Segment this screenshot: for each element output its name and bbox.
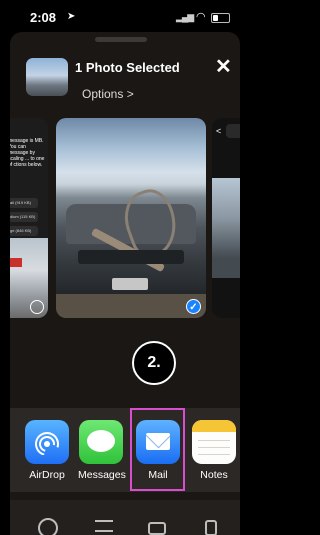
location-arrow-icon: ➤ xyxy=(67,11,76,22)
app-label: AirDrop xyxy=(29,469,65,481)
share-sheet-title: 1 Photo Selected xyxy=(75,60,180,75)
share-app-airdrop[interactable]: AirDrop xyxy=(24,420,70,481)
sheet-grabber[interactable] xyxy=(95,37,147,42)
selected-check-icon[interactable]: ✓ xyxy=(186,299,201,314)
size-option-row: ge (846 KB) xyxy=(8,226,38,236)
truck-sign xyxy=(10,258,22,267)
status-time: 2:08 xyxy=(30,10,57,25)
selection-circle-icon[interactable] xyxy=(30,300,44,314)
app-label: Notes xyxy=(200,469,228,481)
screen-edge-left xyxy=(0,0,10,535)
share-app-notes[interactable]: Notes xyxy=(191,420,237,481)
status-bar: 2:08 ➤ ▂▄▆ ◠ xyxy=(0,0,250,34)
share-action-icon[interactable] xyxy=(38,518,60,535)
step-number-badge: 2. xyxy=(132,341,176,385)
ground-shape xyxy=(56,294,206,318)
options-label: Options xyxy=(82,87,124,101)
options-button[interactable]: Options > xyxy=(82,87,134,101)
window-icon[interactable] xyxy=(146,518,168,535)
airdrop-waves-icon xyxy=(34,432,59,455)
carousel-card-selected-photo[interactable] xyxy=(56,118,206,318)
cellular-signal-icon: ▂▄▆ xyxy=(176,12,194,22)
notes-icon xyxy=(192,420,236,464)
size-option-row: all (919 KB) xyxy=(8,198,38,208)
car-grille-shape xyxy=(78,250,184,264)
app-label: Messages xyxy=(78,469,126,481)
speech-bubble-icon xyxy=(87,430,115,452)
back-chevron-icon: < xyxy=(216,126,222,136)
battery-icon xyxy=(211,13,230,23)
mail-highlight-box xyxy=(130,408,185,491)
chevron-right-icon: > xyxy=(126,87,134,101)
phone-icon[interactable] xyxy=(200,518,222,535)
screen-edge-right xyxy=(240,0,250,535)
card-message-text: message is MB. You can message by scalin… xyxy=(8,138,45,168)
size-option-row: dium (115 KB) xyxy=(8,212,38,222)
close-icon[interactable]: ✕ xyxy=(215,54,232,79)
wifi-icon: ◠ xyxy=(196,11,206,23)
messages-icon xyxy=(79,420,123,464)
print-icon[interactable] xyxy=(93,518,115,535)
airdrop-icon xyxy=(25,420,69,464)
license-plate-shape xyxy=(112,278,148,290)
selected-photo-thumbnail xyxy=(26,58,68,96)
screen: 2:08 ➤ ▂▄▆ ◠ 1 Photo Selected Options > … xyxy=(0,0,250,535)
share-app-messages[interactable]: Messages xyxy=(78,420,126,481)
